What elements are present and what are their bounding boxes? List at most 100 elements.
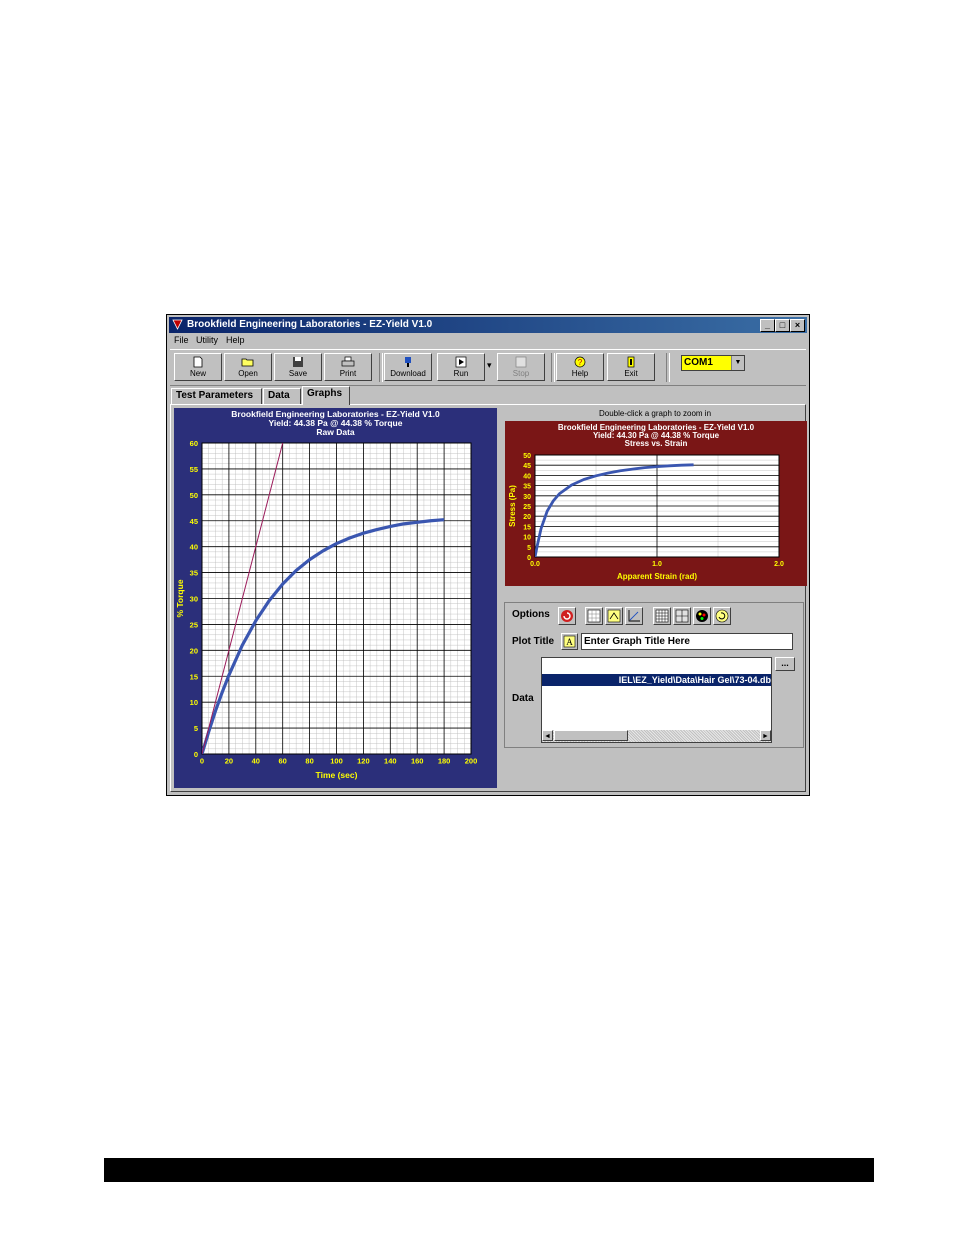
y-tick-label: 20	[523, 514, 531, 521]
x-tick-label: 80	[305, 757, 313, 766]
options-panel: Options Plot Title A Enter Graph Title H…	[504, 602, 804, 748]
stress-strain-chart[interactable]: Brookfield Engineering Laboratories - EZ…	[505, 421, 807, 586]
new-button[interactable]: New	[174, 353, 222, 381]
x-tick-label: 200	[465, 757, 478, 766]
svg-text:?: ?	[578, 358, 583, 367]
tab-data[interactable]: Data	[263, 388, 301, 404]
y-tick-label: 35	[190, 569, 198, 578]
undo-icon	[715, 609, 729, 623]
y-tick-label: 5	[527, 545, 531, 552]
close-button[interactable]: ×	[790, 319, 805, 332]
x-tick-label: 100	[330, 757, 343, 766]
x-tick-label: 40	[252, 757, 260, 766]
scrollbar-thumb[interactable]	[554, 730, 628, 741]
plot-title-label: Plot Title	[512, 636, 555, 647]
stop-label: Stop	[512, 369, 530, 378]
toolbar-separator	[551, 353, 555, 382]
toolbar-separator	[379, 353, 383, 382]
x-tick-label: 0	[200, 757, 204, 766]
horizontal-scrollbar[interactable]: ◄ ►	[542, 730, 771, 742]
y-tick-label: 45	[523, 463, 531, 470]
grid-lines-button[interactable]	[585, 607, 603, 625]
exit-door-icon	[627, 356, 635, 368]
y-tick-label: 35	[523, 484, 531, 491]
minimize-button[interactable]: _	[760, 319, 775, 332]
tab-graphs[interactable]: Graphs	[302, 386, 350, 405]
y-tick-label: 15	[523, 524, 531, 531]
run-dropdown-arrow[interactable]: ▾	[487, 360, 492, 371]
y-tick-label: 50	[190, 491, 198, 500]
run-label: Run	[453, 369, 469, 378]
axis-scale-button[interactable]	[625, 607, 643, 625]
chart-subtitle-2: Raw Data	[316, 427, 355, 437]
help-label: Help	[571, 369, 589, 378]
y-axis-label: % Torque	[175, 579, 185, 617]
chart-subtitle-2: Stress vs. Strain	[625, 439, 688, 448]
palette-icon	[696, 610, 708, 622]
refresh-button[interactable]	[558, 607, 576, 625]
save-button[interactable]: Save	[274, 353, 322, 381]
plot-title-input[interactable]	[581, 633, 793, 650]
raw-data-chart[interactable]: Brookfield Engineering Laboratories - EZ…	[174, 408, 497, 788]
coarse-grid-icon	[675, 609, 689, 623]
fine-grid-icon	[655, 609, 669, 623]
y-tick-label: 40	[190, 543, 198, 552]
annotate-button[interactable]	[605, 607, 623, 625]
open-label: Open	[238, 369, 258, 378]
app-window: Brookfield Engineering Laboratories - EZ…	[166, 314, 810, 796]
download-label: Download	[390, 369, 426, 378]
new-label: New	[189, 369, 206, 378]
y-tick-label: 25	[190, 620, 198, 629]
chevron-down-icon[interactable]: ▼	[731, 356, 744, 370]
new-file-icon	[193, 356, 203, 368]
fine-grid-button[interactable]	[653, 607, 671, 625]
y-tick-label: 30	[190, 595, 198, 604]
x-axis-label: Time (sec)	[316, 770, 358, 780]
x-axis-label: Apparent Strain (rad)	[617, 572, 697, 581]
browse-button[interactable]: ...	[775, 657, 795, 671]
run-button[interactable]: Run	[437, 353, 485, 381]
y-tick-label: 45	[190, 517, 198, 526]
y-tick-label: 10	[190, 698, 198, 707]
refresh-icon	[561, 610, 573, 622]
x-tick-label: 2.0	[774, 561, 784, 568]
exit-label: Exit	[624, 369, 638, 378]
title-bar[interactable]: Brookfield Engineering Laboratories - EZ…	[169, 317, 807, 333]
open-button[interactable]: Open	[224, 353, 272, 381]
stop-button[interactable]: Stop	[497, 353, 545, 381]
y-tick-label: 50	[523, 453, 531, 460]
print-button[interactable]: Print	[324, 353, 372, 381]
scroll-left-icon[interactable]: ◄	[542, 730, 553, 741]
options-label: Options	[512, 609, 550, 620]
data-file-list[interactable]: IEL\EZ_Yield\Data\Hair Gel\73-04.db ◄ ►	[541, 657, 772, 743]
y-tick-label: 5	[194, 724, 198, 733]
menu-help[interactable]: Help	[226, 335, 245, 345]
page-footer-bar	[104, 1158, 874, 1182]
com-port-select[interactable]: COM1 ▼	[681, 355, 745, 371]
color-button[interactable]	[693, 607, 711, 625]
menu-utility[interactable]: Utility	[196, 335, 218, 345]
x-tick-label: 20	[225, 757, 233, 766]
y-tick-label: 10	[523, 535, 531, 542]
title-font-button[interactable]: A	[561, 633, 578, 650]
tab-test-parameters[interactable]: Test Parameters	[171, 388, 262, 404]
menu-file[interactable]: File	[174, 335, 189, 345]
download-button[interactable]: Download	[384, 353, 432, 381]
list-item[interactable]: IEL\EZ_Yield\Data\Hair Gel\73-04.db	[542, 674, 771, 686]
x-tick-label: 120	[357, 757, 370, 766]
maximize-button[interactable]: □	[775, 319, 790, 332]
y-tick-label: 30	[523, 494, 531, 501]
scroll-right-icon[interactable]: ►	[760, 730, 771, 741]
help-button[interactable]: ? Help	[556, 353, 604, 381]
printer-icon	[341, 356, 355, 367]
graphs-panel: Brookfield Engineering Laboratories - EZ…	[170, 404, 807, 792]
print-label: Print	[339, 369, 357, 378]
data-label: Data	[512, 693, 534, 704]
zoom-hint: Double-click a graph to zoom in	[598, 409, 712, 418]
svg-text:A: A	[566, 637, 573, 647]
y-tick-label: 60	[190, 439, 198, 448]
coarse-grid-button[interactable]	[673, 607, 691, 625]
reset-button[interactable]	[713, 607, 731, 625]
exit-button[interactable]: Exit	[607, 353, 655, 381]
com-port-value: COM1	[684, 357, 713, 368]
